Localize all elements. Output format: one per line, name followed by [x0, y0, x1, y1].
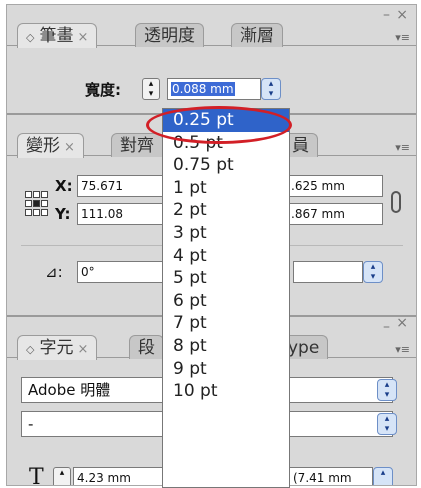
height-input[interactable]: .867 mm: [287, 203, 383, 225]
tab-transparency[interactable]: 透明度: [135, 23, 204, 47]
dropdown-item[interactable]: 6 pt: [163, 290, 289, 313]
dropdown-item[interactable]: 4 pt: [163, 245, 289, 268]
tab-paragraph[interactable]: 段: [129, 335, 164, 359]
x-label: X:: [55, 177, 73, 195]
constrain-proportions-icon[interactable]: [391, 191, 401, 213]
dropdown-item[interactable]: 5 pt: [163, 267, 289, 290]
close-tab-icon[interactable]: ×: [64, 140, 75, 155]
angle-right-field[interactable]: [293, 261, 363, 283]
dropdown-item[interactable]: 3 pt: [163, 222, 289, 245]
tab-label: 漸層: [240, 26, 274, 46]
tab-label: 筆畫: [39, 26, 74, 46]
tab-label: 員: [292, 136, 309, 156]
stroke-panel: – × ◇ 筆畫 × 透明度 漸層 ▾≡ 寬度: ▴ ▾ 0.088 mm ▴ ▾: [7, 5, 416, 113]
tab-label: 段: [138, 338, 155, 358]
x-input[interactable]: 75.671: [77, 175, 167, 197]
close-tab-icon[interactable]: ×: [77, 30, 88, 45]
tab-character[interactable]: ◇ 字元 ×: [17, 335, 98, 360]
tab-label: 變形: [26, 136, 60, 156]
width-input[interactable]: .625 mm: [287, 175, 383, 197]
tab-label: ype: [288, 338, 320, 358]
tab-label: 對齊: [120, 136, 154, 156]
angle-input[interactable]: 0°: [77, 261, 169, 283]
panel-menu-icon[interactable]: ▾≡: [395, 343, 410, 356]
angle-dropdown-button[interactable]: ▴ ▾: [363, 261, 383, 283]
reference-point-icon[interactable]: [25, 191, 48, 216]
chevron-down-icon: ▾: [268, 89, 274, 99]
panel-menu-icon[interactable]: ▾≡: [395, 31, 410, 44]
chevron-down-icon: ▾: [384, 390, 390, 400]
dropdown-item[interactable]: 1 pt: [163, 177, 289, 200]
tab-transform[interactable]: 變形 ×: [17, 133, 84, 158]
dropdown-item[interactable]: 10 pt: [163, 380, 289, 403]
step-down-icon[interactable]: ▾: [143, 89, 159, 99]
stroke-width-label: 寬度:: [85, 81, 121, 99]
dropdown-item[interactable]: 8 pt: [163, 335, 289, 358]
tab-gradient[interactable]: 漸層: [231, 23, 283, 47]
width-stepper[interactable]: ▴ ▾: [142, 78, 160, 100]
step-up-icon[interactable]: ▴: [143, 79, 159, 89]
tab-align[interactable]: 對齊: [111, 133, 163, 157]
tab-label: 字元: [39, 338, 74, 358]
stroke-width-dropdown-list[interactable]: 0.25 pt 0.5 pt 0.75 pt 1 pt 2 pt 3 pt 4 …: [162, 108, 290, 488]
tab-label: 透明度: [144, 26, 195, 46]
width-dropdown-button[interactable]: ▴ ▾: [261, 78, 281, 100]
font-style-dropdown-button[interactable]: ▴ ▾: [377, 413, 397, 435]
chevron-down-icon: ▾: [370, 272, 376, 282]
dropdown-item[interactable]: 2 pt: [163, 199, 289, 222]
shear-angle-icon: ⊿:: [45, 263, 63, 281]
chevron-up-icon: ▴: [380, 468, 386, 478]
chevron-up-icon: ▴: [370, 262, 376, 272]
font-family-dropdown-button[interactable]: ▴ ▾: [377, 379, 397, 401]
font-size-stepper[interactable]: ▴: [53, 467, 71, 485]
chevron-down-icon: ▾: [384, 424, 390, 434]
chevron-up-icon: ▴: [384, 414, 390, 424]
chevron-up-icon: ▴: [384, 380, 390, 390]
grip-icon: ◇: [26, 31, 35, 44]
highlight-annotation: [146, 106, 292, 144]
font-size-input[interactable]: 4.23 mm: [73, 467, 163, 485]
dropdown-item[interactable]: 0.75 pt: [163, 154, 289, 177]
panel-menu-icon[interactable]: ▾≡: [395, 141, 410, 154]
stroke-width-input[interactable]: 0.088 mm: [167, 78, 261, 100]
tab-stroke[interactable]: ◇ 筆畫 ×: [17, 23, 98, 48]
leading-input[interactable]: (7.41 mm: [289, 467, 373, 485]
y-input[interactable]: 111.08: [77, 203, 167, 225]
tab-strip: ◇ 筆畫 × 透明度 漸層 ▾≡: [7, 5, 416, 48]
font-size-icon: T: [29, 465, 44, 486]
chevron-up-icon: ▴: [268, 79, 274, 89]
grip-icon: ◇: [26, 343, 35, 356]
width-value: 0.088 mm: [171, 82, 235, 96]
y-label: Y:: [55, 205, 71, 223]
dropdown-item[interactable]: 7 pt: [163, 312, 289, 335]
dropdown-item[interactable]: 9 pt: [163, 358, 289, 381]
step-up-icon[interactable]: ▴: [54, 468, 70, 478]
leading-dropdown-button[interactable]: ▴: [373, 467, 393, 485]
close-tab-icon[interactable]: ×: [77, 342, 88, 357]
